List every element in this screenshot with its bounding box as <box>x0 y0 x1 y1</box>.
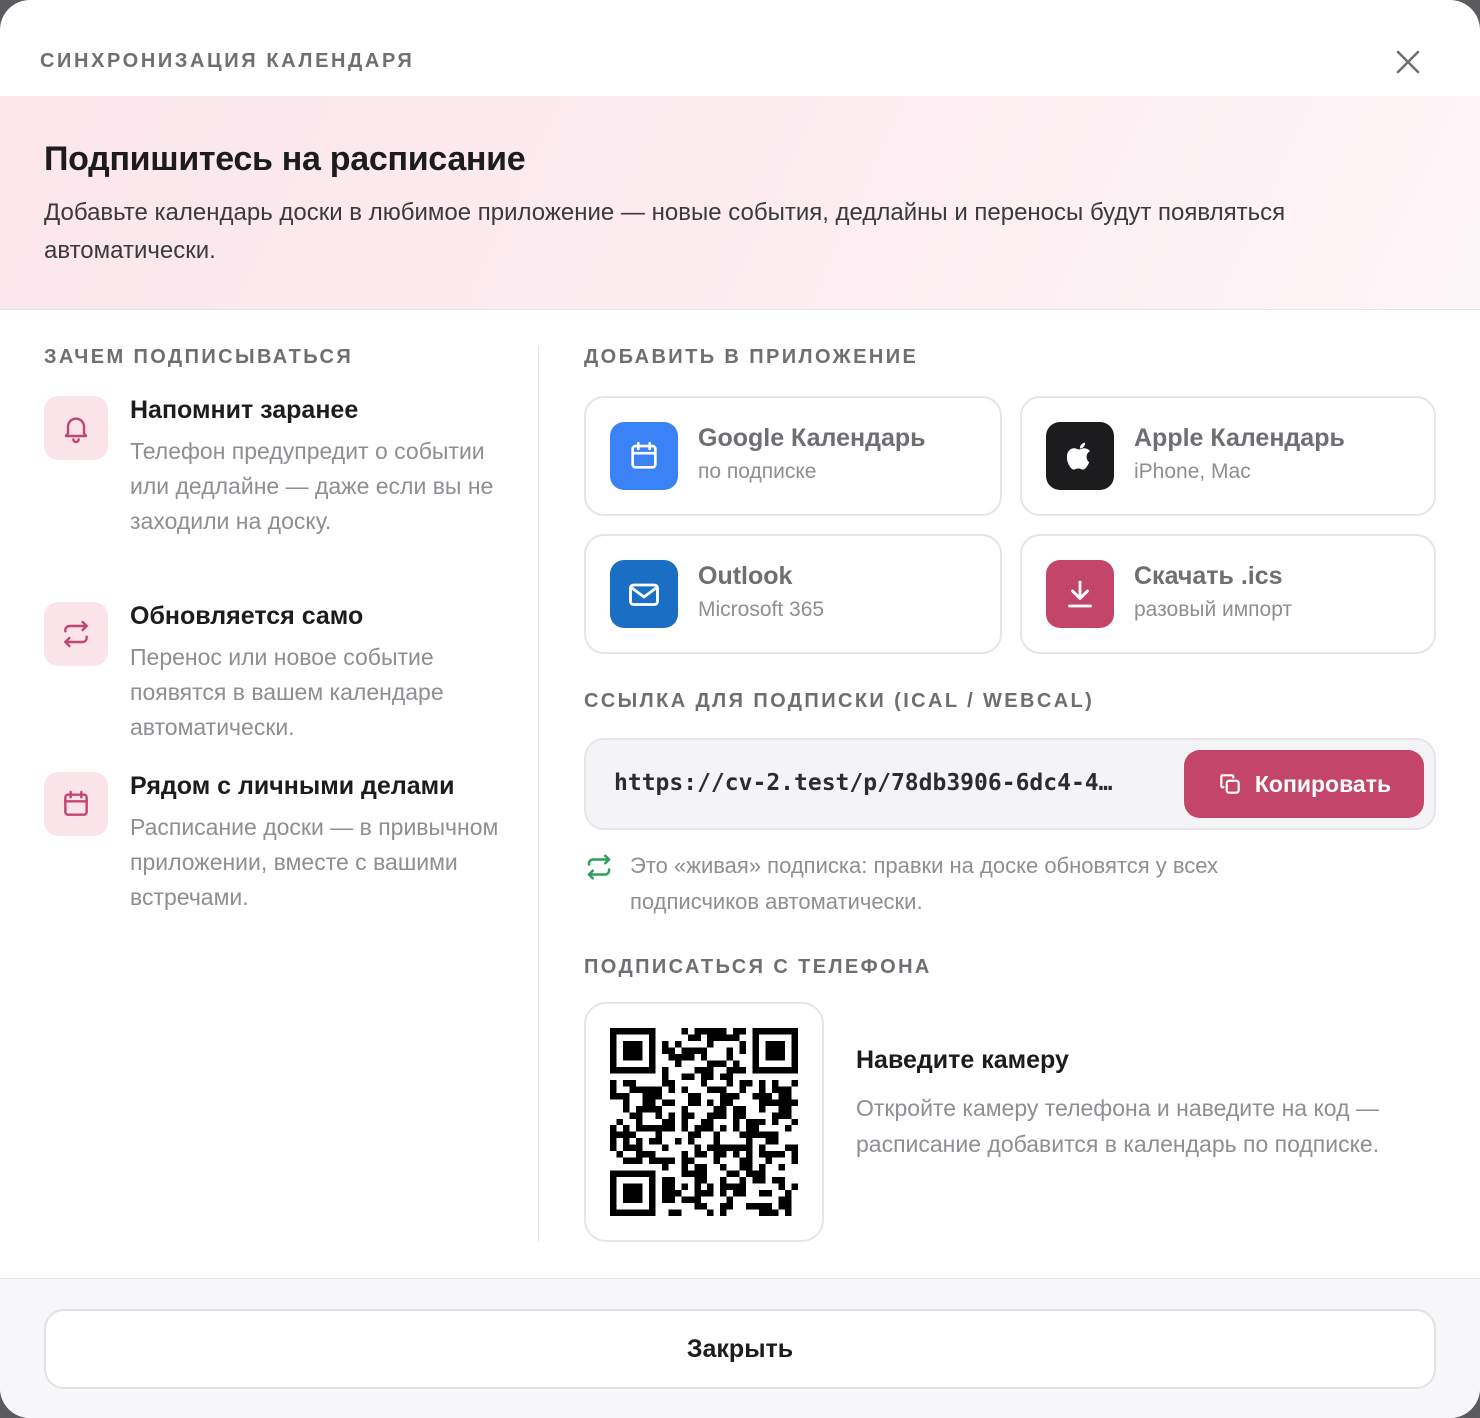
hero-subtitle: Добавьте календарь доски в любимое прило… <box>44 199 1286 264</box>
app-name: Скачать .ics <box>1134 562 1283 590</box>
feature-title: Рядом с личными делами <box>130 772 455 800</box>
feature-text: Перенос или новое событие появятся в ваш… <box>130 644 444 740</box>
apps-label: ДОБАВИТЬ В ПРИЛОЖЕНИЕ <box>584 346 919 368</box>
bell-icon <box>44 396 108 460</box>
link-label: ССЫЛКА ДЛЯ ПОДПИСКИ (ICAL / WEBCAL) <box>584 690 1095 712</box>
qr-text: Откройте камеру телефона и наведите на к… <box>856 1095 1380 1157</box>
app-name: Apple Календарь <box>1134 424 1345 452</box>
feature-text: Телефон предупредит о событии или дедлай… <box>130 438 494 534</box>
subscription-link-field: https://cv-2.test/p/78db3906-6dc4-4… Коп… <box>584 738 1436 830</box>
app-subtitle: iPhone, Mac <box>1134 460 1251 483</box>
hero-title: Подпишитесь на расписание <box>44 140 526 178</box>
feature-title: Напомнит заранее <box>130 396 359 424</box>
subscribe-section: ДОБАВИТЬ В ПРИЛОЖЕНИЕ Google Календарь п… <box>584 346 1436 1242</box>
calendar-icon <box>44 772 108 836</box>
dialog-eyebrow: СИНХРОНИЗАЦИЯ КАЛЕНДАРЯ <box>40 50 415 72</box>
feature-text: Расписание доски — в привычном приложени… <box>130 814 499 910</box>
copy-icon <box>1220 774 1240 794</box>
app-name: Google Календарь <box>698 424 926 452</box>
refresh-icon <box>587 854 611 880</box>
close-icon[interactable] <box>1390 44 1426 80</box>
dialog-header: СИНХРОНИЗАЦИЯ КАЛЕНДАРЯ <box>0 0 1480 96</box>
dialog-footer: Закрыть <box>0 1278 1480 1418</box>
app-subtitle: Microsoft 365 <box>698 598 825 621</box>
qr-title: Наведите камеру <box>856 1046 1069 1074</box>
feature-title: Обновляется само <box>130 602 364 630</box>
app-subtitle: по подписке <box>698 460 817 483</box>
app-subtitle: разовый импорт <box>1134 598 1293 621</box>
calendar-sync-dialog: СИНХРОНИЗАЦИЯ КАЛЕНДАРЯ Подпишитесь на р… <box>0 0 1480 1418</box>
download-icon <box>1046 560 1114 628</box>
app-apple-calendar[interactable]: Apple Календарь iPhone, Mac <box>1020 396 1436 516</box>
refresh-icon <box>44 602 108 666</box>
why-section: ЗАЧЕМ ПОДПИСЫВАТЬСЯ Напомнит заранее Тел… <box>44 346 504 910</box>
apple-icon <box>1046 422 1114 490</box>
app-download-ics[interactable]: Скачать .ics разовый импорт <box>1020 534 1436 654</box>
calendar-icon <box>610 422 678 490</box>
phone-label: ПОДПИСАТЬСЯ С ТЕЛЕФОНА <box>584 956 932 978</box>
copy-button[interactable]: Копировать <box>1184 750 1424 818</box>
app-outlook[interactable]: Outlook Microsoft 365 <box>584 534 1002 654</box>
hero-banner: Подпишитесь на расписание Добавьте кален… <box>0 96 1480 310</box>
app-google-calendar[interactable]: Google Календарь по подписке <box>584 396 1002 516</box>
app-name: Outlook <box>698 562 793 590</box>
copy-button-label: Копировать <box>1254 770 1392 797</box>
note-text: Это «живая» подписка: правки на доске об… <box>630 853 1219 914</box>
qr-code-card <box>584 1002 824 1242</box>
why-label: ЗАЧЕМ ПОДПИСЫВАТЬСЯ <box>44 346 354 368</box>
qr-code <box>610 1028 798 1216</box>
column-divider <box>538 346 539 1242</box>
close-button[interactable]: Закрыть <box>44 1309 1436 1389</box>
mail-icon <box>610 560 678 628</box>
subscription-url[interactable]: https://cv-2.test/p/78db3906-6dc4-4… <box>614 770 1164 796</box>
